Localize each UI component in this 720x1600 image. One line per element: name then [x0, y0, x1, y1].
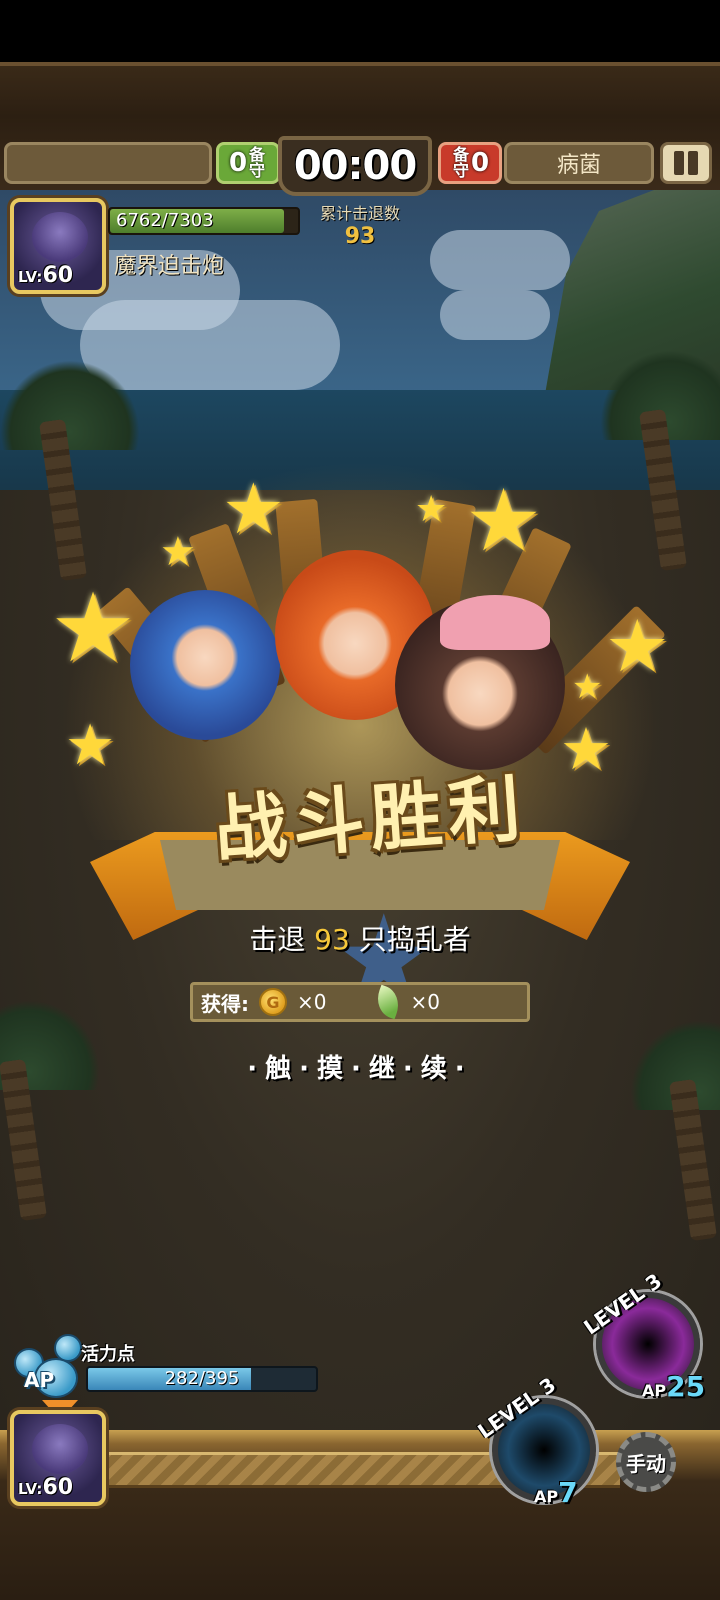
- level-prefix: LV:: [18, 268, 43, 286]
- demon-portrait-icon: [32, 1424, 88, 1474]
- coin-amount: ×0: [297, 990, 327, 1014]
- pause-button[interactable]: [660, 142, 712, 184]
- top-hud: 0 备守 00:00 备守 0 病菌: [0, 136, 720, 196]
- star-icon: ★: [50, 572, 137, 684]
- skill-button-black-hole[interactable]: LEVEL 3 AP7: [473, 1373, 596, 1509]
- result-summary: 击退 93 只捣乱者: [0, 918, 720, 958]
- skill-ap-prefix: AP: [642, 1381, 667, 1400]
- skill-ap-cost: 7: [558, 1476, 578, 1509]
- reward-panel: 获得: G ×0 ×0: [190, 982, 530, 1022]
- demon-portrait-icon: [32, 212, 88, 262]
- leaf-amount: ×0: [410, 990, 440, 1014]
- pink-beret: [440, 595, 550, 650]
- reward-label: 获得:: [201, 991, 249, 1016]
- ap-value: 282/395: [164, 1368, 240, 1389]
- tap-to-continue[interactable]: ·触·摸·继·续·: [0, 1048, 720, 1085]
- skill-ap-prefix: AP: [534, 1487, 559, 1506]
- ap-label: 活力点: [81, 1344, 135, 1365]
- hero-characters: [130, 550, 580, 780]
- battle-timer: 00:00: [293, 143, 417, 189]
- result-count: 93: [314, 923, 350, 956]
- pause-icon: [674, 151, 684, 175]
- skill-ap-cost: 25: [666, 1370, 706, 1403]
- enemy-reserve-label: 备守: [452, 145, 469, 180]
- skill-button-dark-vortex[interactable]: LEVEL 3 AP25: [579, 1269, 705, 1403]
- cat-girl-character: [130, 590, 280, 740]
- timer-panel: 00:00: [278, 136, 432, 196]
- enemy-reserve-value: 0: [470, 148, 490, 178]
- ally-reserve-counter: 0 备守: [216, 142, 280, 184]
- kills-value: 93: [344, 224, 376, 249]
- unit-portrait-top[interactable]: LV:60: [10, 198, 106, 294]
- unit-name: 魔界迫击炮: [114, 254, 225, 279]
- ap-panel: 活力点 AP 282/395: [6, 1334, 318, 1398]
- star-icon: ★: [222, 468, 285, 550]
- ally-reserve-label: 备守: [249, 145, 266, 180]
- leaf-icon: [372, 984, 405, 1020]
- star-icon: ★: [605, 604, 670, 688]
- result-suffix: 只捣乱者: [358, 923, 471, 956]
- enemy-reserve-counter: 备守 0: [438, 142, 502, 184]
- star-icon: ★: [415, 489, 448, 530]
- unit-level: 60: [42, 263, 74, 288]
- star-icon: ★: [65, 713, 116, 778]
- level-prefix: LV:: [18, 1480, 43, 1498]
- status-bar-area: [0, 0, 720, 62]
- gold-coin-icon: G: [259, 988, 287, 1016]
- unit-portrait-bottom[interactable]: LV:60: [10, 1410, 106, 1506]
- hp-text: 6762/7303: [116, 210, 214, 231]
- unit-level: 60: [42, 1475, 74, 1500]
- unit-hp-bar: 6762/7303: [108, 207, 300, 235]
- ally-reserve-value: 0: [228, 148, 248, 178]
- stage-name: 病菌: [504, 142, 654, 184]
- kills-label: 累计击退数: [319, 204, 400, 223]
- ap-bar: 282/395: [86, 1366, 318, 1392]
- left-empty-slot: [4, 142, 212, 184]
- result-prefix: 击退: [249, 923, 306, 956]
- ap-tag: AP: [24, 1368, 55, 1392]
- palm-tree: [0, 1000, 100, 1222]
- manual-mode-button[interactable]: 手动: [616, 1432, 676, 1492]
